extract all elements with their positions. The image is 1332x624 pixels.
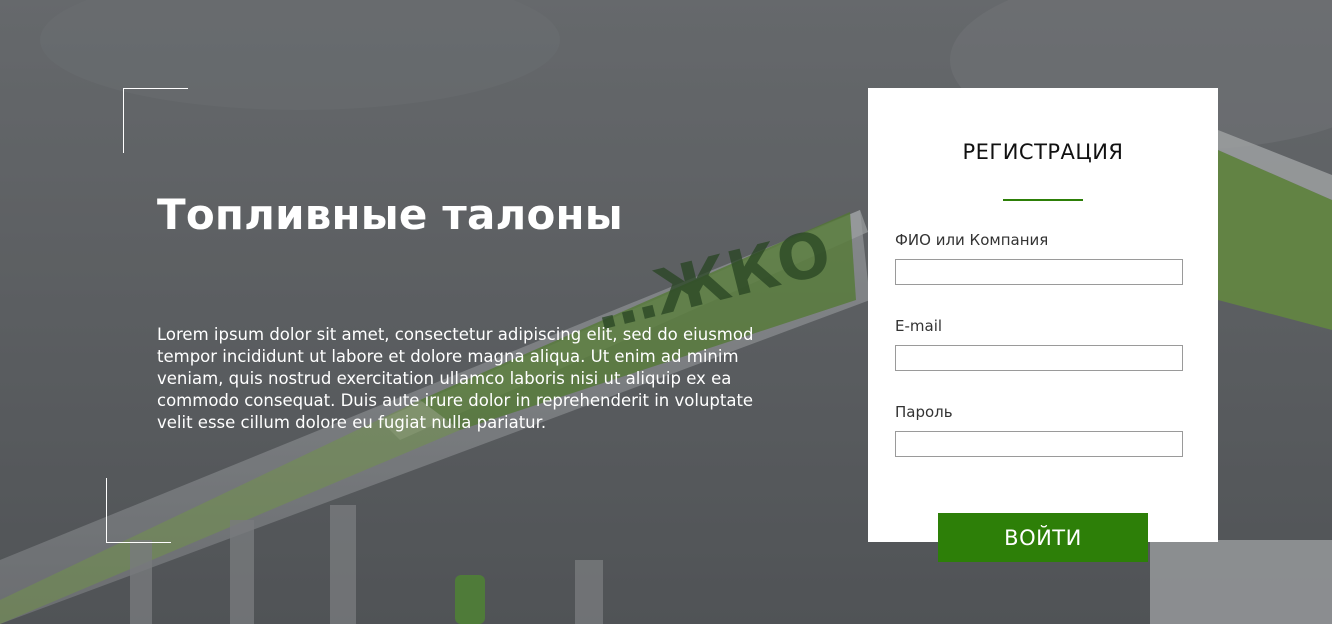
- name-field-label: ФИО или Компания: [895, 231, 1049, 249]
- hero-description: Lorem ipsum dolor sit amet, consectetur …: [157, 325, 754, 432]
- decorative-corner-top-left: [123, 88, 188, 153]
- password-field-label: Пароль: [895, 403, 953, 421]
- email-field-label: E-mail: [895, 317, 943, 335]
- email-field[interactable]: [895, 345, 1183, 371]
- registration-form: РЕГИСТРАЦИЯ ФИО или Компания E-mail Паро…: [868, 88, 1218, 542]
- page-title: Топливные талоны: [157, 190, 623, 239]
- login-button[interactable]: ВОЙТИ: [938, 513, 1148, 562]
- decorative-corner-bottom-left: [106, 478, 171, 543]
- password-field[interactable]: [895, 431, 1183, 457]
- title-underline: [1003, 199, 1083, 201]
- name-field[interactable]: [895, 259, 1183, 285]
- hero-section: …ЖКО Топливные талоны Lorem ipsum dolor …: [0, 0, 1332, 624]
- form-title: РЕГИСТРАЦИЯ: [962, 140, 1124, 164]
